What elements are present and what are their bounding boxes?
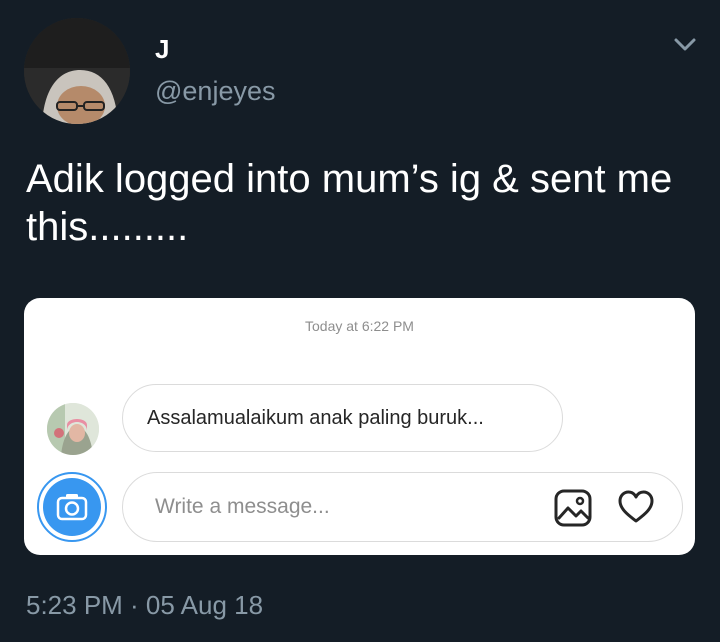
sender-photo-icon [47, 403, 99, 455]
heart-icon[interactable] [617, 489, 655, 525]
profile-photo-icon [24, 18, 130, 124]
gallery-icon[interactable] [553, 488, 593, 528]
message-composer [122, 472, 683, 542]
message-bubble: Assalamualaikum anak paling buruk... [122, 384, 563, 452]
sender-avatar [47, 403, 99, 455]
tweet-text: Adik logged into mum’s ig & sent me this… [26, 157, 673, 249]
author-handle[interactable]: @enjeyes [155, 76, 275, 107]
camera-icon [56, 494, 88, 521]
author-avatar[interactable] [24, 18, 130, 124]
dm-screenshot-image[interactable]: Today at 6:22 PM Assalamualaikum anak pa… [24, 298, 695, 555]
message-input[interactable] [155, 473, 535, 540]
message-text: Assalamualaikum anak paling buruk... [147, 406, 484, 429]
chevron-down-icon[interactable] [672, 34, 698, 54]
tweet: J @enjeyes Adik logged into mum’s ig & s… [0, 0, 720, 642]
camera-button[interactable] [37, 472, 107, 542]
tweet-timestamp[interactable]: 5:23 PM · 05 Aug 18 [26, 590, 263, 621]
dm-timestamp: Today at 6:22 PM [305, 318, 414, 334]
camera-button-fill [43, 478, 101, 536]
author-display-name[interactable]: J [155, 34, 169, 65]
